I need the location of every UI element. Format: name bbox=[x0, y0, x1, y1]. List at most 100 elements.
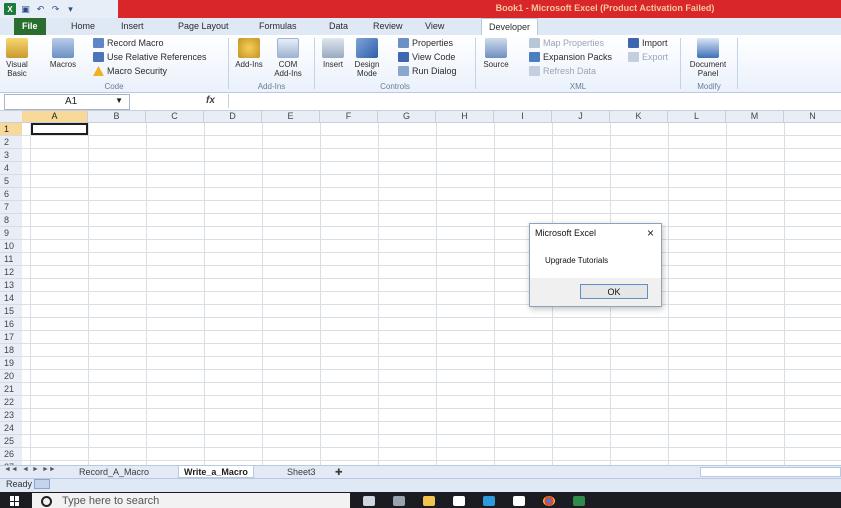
row-header[interactable]: 5 bbox=[0, 175, 22, 188]
use-relative-references-button[interactable]: Use Relative References bbox=[93, 52, 207, 62]
record-macro-button[interactable]: Record Macro bbox=[93, 38, 164, 48]
name-box[interactable]: A1 ▼ bbox=[4, 94, 130, 110]
chrome-icon[interactable] bbox=[543, 496, 555, 506]
row-header[interactable]: 2 bbox=[0, 136, 22, 149]
column-header[interactable]: A bbox=[22, 111, 88, 122]
row-header[interactable]: 9 bbox=[0, 227, 22, 240]
formula-input[interactable] bbox=[228, 94, 841, 108]
tab-home[interactable]: Home bbox=[71, 21, 95, 31]
row-header[interactable]: 3 bbox=[0, 149, 22, 162]
row-header[interactable]: 7 bbox=[0, 201, 22, 214]
save-icon[interactable]: ▣ bbox=[20, 4, 31, 15]
sheet-tab-record-a-macro[interactable]: Record_A_Macro bbox=[74, 466, 154, 478]
mail-icon[interactable] bbox=[513, 496, 525, 506]
macros-button[interactable]: Macros bbox=[44, 38, 82, 69]
fx-icon[interactable]: fx bbox=[206, 95, 215, 106]
tab-view[interactable]: View bbox=[425, 21, 444, 31]
export-button[interactable]: Export bbox=[628, 52, 668, 62]
row-header[interactable]: 17 bbox=[0, 331, 22, 344]
insert-control-button[interactable]: Insert bbox=[318, 38, 348, 69]
row-header[interactable]: 16 bbox=[0, 318, 22, 331]
row-header[interactable]: 23 bbox=[0, 409, 22, 422]
windows-start-icon[interactable] bbox=[10, 496, 20, 506]
edge-icon[interactable] bbox=[483, 496, 495, 506]
tab-formulas[interactable]: Formulas bbox=[259, 21, 297, 31]
row-header[interactable]: 24 bbox=[0, 422, 22, 435]
macro-record-icon[interactable] bbox=[34, 479, 50, 489]
sheet-tab-sheet3[interactable]: Sheet3 bbox=[282, 466, 321, 478]
design-mode-button[interactable]: Design Mode bbox=[350, 38, 384, 78]
prev-sheet-nav-icon[interactable]: ◄ bbox=[22, 466, 29, 473]
tab-developer[interactable]: Developer bbox=[481, 18, 539, 35]
column-header[interactable]: K bbox=[610, 111, 668, 122]
row-header[interactable]: 12 bbox=[0, 266, 22, 279]
next-sheet-nav-icon[interactable]: ► bbox=[32, 466, 39, 473]
ok-button[interactable]: OK bbox=[580, 284, 648, 299]
row-header[interactable]: 1 bbox=[0, 123, 22, 136]
expansion-packs-button[interactable]: Expansion Packs bbox=[529, 52, 612, 62]
close-icon[interactable]: × bbox=[647, 226, 654, 240]
com-add-ins-button[interactable]: COM Add-Ins bbox=[270, 38, 306, 78]
active-cell[interactable] bbox=[31, 123, 88, 135]
visual-basic-button[interactable]: Visual Basic bbox=[2, 38, 32, 78]
column-header[interactable]: M bbox=[726, 111, 784, 122]
row-header[interactable]: 8 bbox=[0, 214, 22, 227]
task-view-icon[interactable] bbox=[363, 496, 375, 506]
row-header[interactable]: 18 bbox=[0, 344, 22, 357]
source-button[interactable]: Source bbox=[480, 38, 512, 69]
add-ins-button[interactable]: Add-Ins bbox=[232, 38, 266, 69]
column-header[interactable]: H bbox=[436, 111, 494, 122]
column-header[interactable]: B bbox=[88, 111, 146, 122]
sheet-tab-write-a-macro[interactable]: Write_a_Macro bbox=[178, 466, 254, 478]
column-header[interactable]: J bbox=[552, 111, 610, 122]
tab-file[interactable]: File bbox=[14, 18, 46, 35]
customize-icon[interactable]: ▾ bbox=[65, 4, 76, 15]
column-header[interactable]: D bbox=[204, 111, 262, 122]
new-sheet-icon[interactable]: ✚ bbox=[330, 466, 348, 478]
row-header[interactable]: 20 bbox=[0, 370, 22, 383]
column-header[interactable]: G bbox=[378, 111, 436, 122]
column-header[interactable]: E bbox=[262, 111, 320, 122]
row-header[interactable]: 21 bbox=[0, 383, 22, 396]
store-icon[interactable] bbox=[453, 496, 465, 506]
document-panel-button[interactable]: Document Panel bbox=[686, 38, 730, 78]
row-header[interactable]: 10 bbox=[0, 240, 22, 253]
tab-data[interactable]: Data bbox=[329, 21, 348, 31]
row-header[interactable]: 11 bbox=[0, 253, 22, 266]
cells-area[interactable] bbox=[22, 123, 841, 465]
redo-icon[interactable]: ↷ bbox=[50, 4, 61, 15]
column-header[interactable]: L bbox=[668, 111, 726, 122]
column-header[interactable]: C bbox=[146, 111, 204, 122]
import-button[interactable]: Import bbox=[628, 38, 668, 48]
row-header[interactable]: 15 bbox=[0, 305, 22, 318]
excel-taskbar-icon[interactable] bbox=[573, 496, 585, 506]
tab-review[interactable]: Review bbox=[373, 21, 403, 31]
macro-security-button[interactable]: Macro Security bbox=[93, 66, 167, 76]
first-sheet-nav-icon[interactable]: ◄◄ bbox=[4, 466, 18, 473]
column-header[interactable]: I bbox=[494, 111, 552, 122]
row-header[interactable]: 13 bbox=[0, 279, 22, 292]
view-code-button[interactable]: View Code bbox=[398, 52, 455, 62]
column-header[interactable]: N bbox=[784, 111, 841, 122]
row-header[interactable]: 19 bbox=[0, 357, 22, 370]
row-header[interactable]: 26 bbox=[0, 448, 22, 461]
widgets-icon[interactable] bbox=[393, 496, 405, 506]
tab-page-layout[interactable]: Page Layout bbox=[178, 21, 229, 31]
excel-logo-icon[interactable]: X bbox=[4, 3, 16, 15]
map-properties-button[interactable]: Map Properties bbox=[529, 38, 604, 48]
horizontal-scrollbar[interactable] bbox=[700, 467, 841, 477]
row-header[interactable]: 25 bbox=[0, 435, 22, 448]
row-header[interactable]: 14 bbox=[0, 292, 22, 305]
undo-icon[interactable]: ↶ bbox=[35, 4, 46, 15]
row-header[interactable]: 4 bbox=[0, 162, 22, 175]
tab-insert[interactable]: Insert bbox=[121, 21, 144, 31]
column-header[interactable]: F bbox=[320, 111, 378, 122]
chevron-down-icon[interactable]: ▼ bbox=[115, 96, 123, 105]
row-header[interactable]: 22 bbox=[0, 396, 22, 409]
refresh-data-button[interactable]: Refresh Data bbox=[529, 66, 596, 76]
file-explorer-icon[interactable] bbox=[423, 496, 435, 506]
properties-button[interactable]: Properties bbox=[398, 38, 453, 48]
row-header[interactable]: 6 bbox=[0, 188, 22, 201]
last-sheet-nav-icon[interactable]: ►► bbox=[42, 466, 56, 473]
run-dialog-button[interactable]: Run Dialog bbox=[398, 66, 457, 76]
